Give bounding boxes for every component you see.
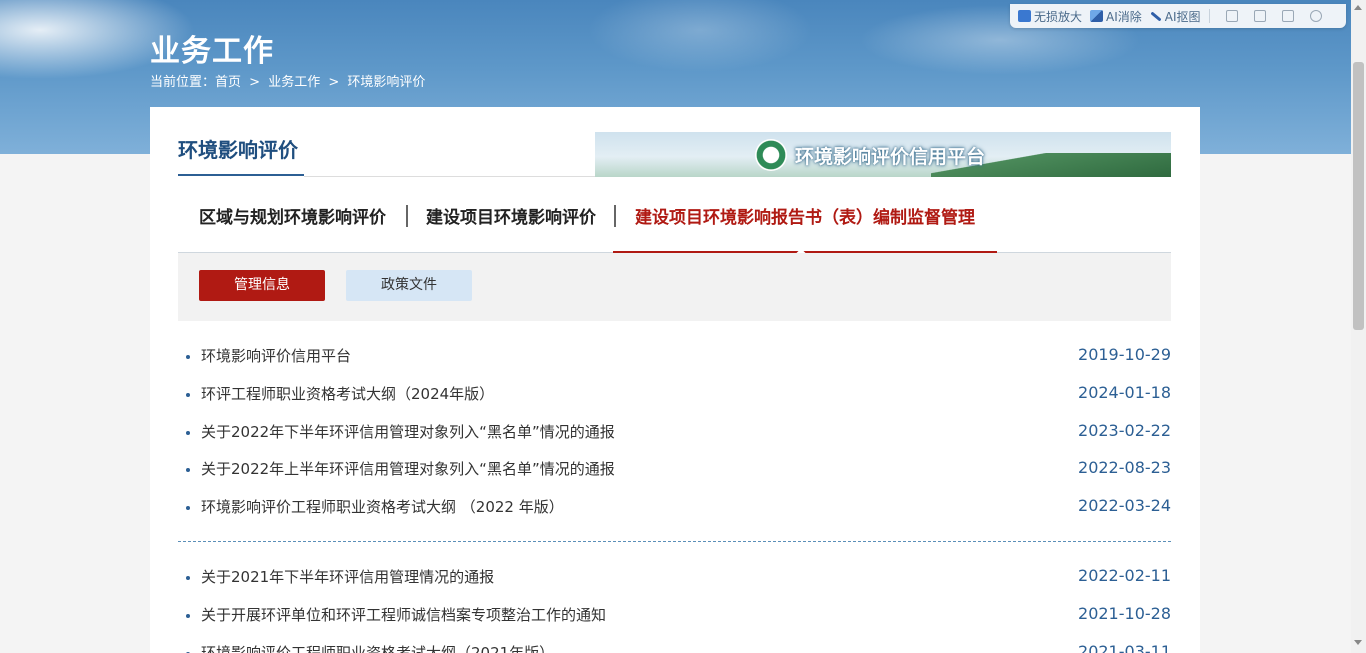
breadcrumb-home[interactable]: 首页 xyxy=(215,75,241,90)
list-item[interactable]: 环境影响评价信用平台 2019-10-29 xyxy=(178,343,1171,381)
list-item[interactable]: 环境影响评价工程师职业资格考试大纲 （2022 年版） 2022-03-24 xyxy=(178,494,1171,532)
tab-divider xyxy=(406,205,408,227)
ai-erase-label: AI消除 xyxy=(1106,9,1142,24)
page-title: 业务工作 xyxy=(150,34,274,69)
ai-cutout-button[interactable]: AI抠图 xyxy=(1150,8,1201,25)
crop-icon[interactable] xyxy=(1253,10,1266,22)
breadcrumb-business[interactable]: 业务工作 xyxy=(268,75,320,90)
list-item[interactable]: 环境影响评价工程师职业资格考试大纲（2021年版） 2021-03-11 xyxy=(178,640,1171,653)
item-date: 2023-02-22 xyxy=(1078,420,1171,440)
scrollbar-thumb[interactable] xyxy=(1353,62,1364,330)
bullet-icon xyxy=(186,613,190,618)
section-divider xyxy=(304,176,595,177)
news-list-group-2: 关于2021年下半年环评信用管理情况的通报 2022-02-11 关于开展环评单… xyxy=(178,564,1171,653)
item-date: 2024-01-18 xyxy=(1078,382,1171,402)
news-list-group-1: 环境影响评价信用平台 2019-10-29 环评工程师职业资格考试大纲（2024… xyxy=(178,343,1171,532)
ai-cutout-label: AI抠图 xyxy=(1164,9,1201,24)
item-date: 2019-10-29 xyxy=(1078,345,1171,364)
item-title[interactable]: 环境影响评价工程师职业资格考试大纲（2021年版） xyxy=(201,642,554,653)
banner-text: 环境影响评价信用平台 xyxy=(795,146,986,168)
breadcrumb-separator: > xyxy=(249,75,261,90)
bullet-icon xyxy=(186,506,190,511)
item-date: 2021-10-28 xyxy=(1078,603,1171,623)
list-item[interactable]: 环评工程师职业资格考试大纲（2024年版） 2024-01-18 xyxy=(178,381,1171,419)
bullet-icon xyxy=(186,576,190,580)
list-item[interactable]: 关于2022年上半年环评信用管理对象列入“黑名单”情况的通报 2022-08-2… xyxy=(178,456,1171,494)
breadcrumb-prefix: 当前位置： xyxy=(150,75,216,90)
subtab-bar: 管理信息 政策文件 xyxy=(178,253,1171,321)
scroll-down-icon[interactable] xyxy=(1354,640,1362,645)
tab-construction-project[interactable]: 建设项目环境影响评价 xyxy=(426,187,596,253)
bullet-icon xyxy=(186,355,190,359)
management-info-button[interactable]: 管理信息 xyxy=(199,270,325,301)
list-item[interactable]: 关于开展环评单位和环评工程师诚信档案专项整治工作的通知 2021-10-28 xyxy=(178,602,1171,640)
eraser-icon xyxy=(1090,10,1104,22)
item-title[interactable]: 关于2022年下半年环评信用管理对象列入“黑名单”情况的通报 xyxy=(201,421,615,442)
pen-icon xyxy=(1150,10,1162,22)
item-title[interactable]: 环评工程师职业资格考试大纲（2024年版） xyxy=(201,383,494,404)
lossless-zoom-label: 无损放大 xyxy=(1034,9,1083,24)
lossless-zoom-button[interactable]: 无损放大 xyxy=(1018,8,1082,25)
bullet-icon xyxy=(186,468,190,473)
toolbar-divider xyxy=(1208,9,1210,23)
breadcrumb-separator: > xyxy=(328,75,340,90)
bullet-icon xyxy=(186,392,190,397)
settings-icon[interactable] xyxy=(1309,10,1322,22)
breadcrumb: 当前位置：首页 > 业务工作 > 环境影响评价 xyxy=(150,71,429,90)
item-title[interactable]: 关于2022年上半年环评信用管理对象列入“黑名单”情况的通报 xyxy=(201,458,615,479)
breadcrumb-current[interactable]: 环境影响评价 xyxy=(347,75,425,90)
list-item[interactable]: 关于2022年下半年环评信用管理对象列入“黑名单”情况的通报 2023-02-2… xyxy=(178,419,1171,457)
item-title[interactable]: 关于开展环评单位和环评工程师诚信档案专项整治工作的通知 xyxy=(201,604,606,625)
item-date: 2022-08-23 xyxy=(1078,458,1171,478)
download-icon[interactable] xyxy=(1281,10,1294,22)
bullet-icon xyxy=(186,430,190,435)
item-title[interactable]: 环境影响评价工程师职业资格考试大纲 （2022 年版） xyxy=(201,496,564,517)
item-title[interactable]: 关于2021年下半年环评信用管理情况的通报 xyxy=(201,566,494,587)
item-title[interactable]: 环境影响评价信用平台 xyxy=(201,345,351,366)
item-date: 2022-02-11 xyxy=(1078,566,1171,585)
browser-extension-toolbar: 无损放大 AI消除 AI抠图 xyxy=(1010,4,1346,28)
section-title: 环境影响评价 xyxy=(178,138,298,162)
item-date: 2022-03-24 xyxy=(1078,496,1171,516)
scroll-up-icon[interactable] xyxy=(1354,5,1362,10)
page-scrollbar[interactable] xyxy=(1351,0,1366,653)
credit-platform-banner[interactable]: 环境影响评价信用平台 xyxy=(595,132,1171,177)
content-card: 环境影响评价 环境影响评价信用平台 区域与规划环境影响评价 建设项目环境影响评价… xyxy=(150,107,1200,653)
list-group-divider xyxy=(178,541,1171,542)
policy-documents-button[interactable]: 政策文件 xyxy=(346,270,472,301)
image-icon[interactable] xyxy=(1225,10,1238,22)
list-item[interactable]: 关于2021年下半年环评信用管理情况的通报 2022-02-11 xyxy=(178,564,1171,602)
ai-erase-button[interactable]: AI消除 xyxy=(1090,8,1142,25)
ministry-emblem-icon xyxy=(755,139,787,171)
section-title-underline xyxy=(178,174,304,176)
zoom-icon xyxy=(1018,10,1031,22)
tab-report-supervision[interactable]: 建设项目环境影响报告书（表）编制监督管理 xyxy=(613,187,997,253)
item-date: 2021-03-11 xyxy=(1078,641,1171,653)
tab-bar: 区域与规划环境影响评价 建设项目环境影响评价 建设项目环境影响报告书（表）编制监… xyxy=(178,187,1171,266)
tab-regional-planning[interactable]: 区域与规划环境影响评价 xyxy=(199,187,386,253)
